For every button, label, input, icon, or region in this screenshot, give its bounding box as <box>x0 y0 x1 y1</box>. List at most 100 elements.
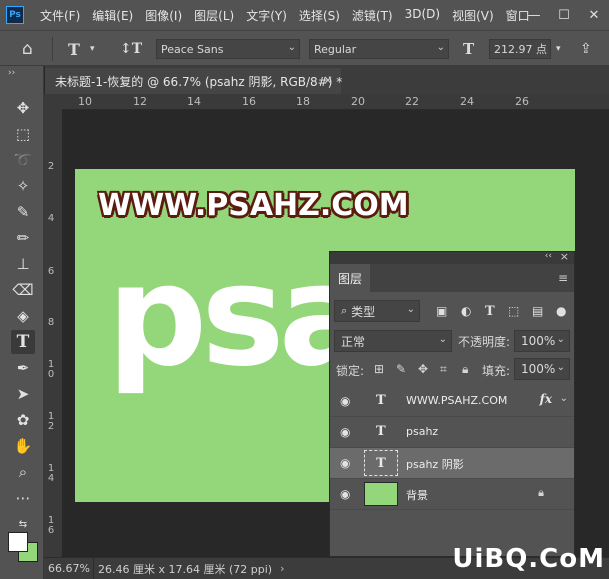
layer-row-selected[interactable]: ◉ T psahz 阴影 <box>330 448 574 479</box>
font-style-value: Regular <box>314 42 357 56</box>
ruler-label: 26 <box>515 95 529 108</box>
chevron-down-icon: ⌄ <box>438 334 447 345</box>
blend-mode-value: 正常 <box>341 334 366 349</box>
visibility-eye-icon[interactable]: ◉ <box>340 456 350 470</box>
chevron-down-icon[interactable]: ▾ <box>556 39 561 59</box>
collapse-panel-icon[interactable]: ‹‹ <box>545 251 552 261</box>
maximize-button[interactable]: ☐ <box>549 8 579 23</box>
vertical-ruler: 2 4 6 8 10 12 14 16 <box>44 110 62 557</box>
share-icon[interactable]: ⇪ <box>580 39 592 59</box>
opacity-label: 不透明度: <box>458 335 511 349</box>
zoom-tool-icon[interactable]: ⌕ <box>11 460 35 484</box>
canvas-headline-text: WWW.PSAHZ.COM <box>98 188 409 223</box>
eyedropper-tool-icon[interactable]: ✎ <box>11 200 35 224</box>
fill-input[interactable]: 100% ⌄ <box>514 358 570 380</box>
chevron-right-icon[interactable]: › <box>280 562 284 575</box>
visibility-eye-icon[interactable]: ◉ <box>340 425 350 439</box>
lasso-tool-icon[interactable]: ➰ <box>11 148 35 172</box>
layers-panel: ‹‹ × 图层 ≡ ⌕ 类型 ⌄ ▣ ◐ T ⬚ ▤ ● 正常 ⌄ 不透明度: … <box>329 250 575 557</box>
fill-value: 100% <box>521 362 556 376</box>
menu-edit[interactable]: 编辑(E) <box>86 7 139 24</box>
search-icon: ⌕ <box>341 304 348 317</box>
menu-select[interactable]: 选择(S) <box>293 7 346 24</box>
adjustment-filter-icon[interactable]: ◐ <box>461 304 471 318</box>
font-family-value: Peace Sans <box>161 42 224 56</box>
smart-object-filter-icon[interactable]: ▤ <box>532 304 543 318</box>
shape-filter-icon[interactable]: ⬚ <box>508 304 519 318</box>
marquee-tool-icon[interactable]: ⬚ <box>11 122 35 146</box>
document-tab[interactable]: 未标题-1-恢复的 @ 66.7% (psahz 阴影, RGB/8#) * × <box>45 68 342 94</box>
panel-tabs: 图层 ≡ <box>330 264 574 292</box>
foreground-color-swatch[interactable] <box>8 532 28 552</box>
menu-filter[interactable]: 滤镜(T) <box>346 7 399 24</box>
chevron-down-icon: ⌄ <box>436 42 445 53</box>
visibility-eye-icon[interactable]: ◉ <box>340 487 350 501</box>
eraser-tool-icon[interactable]: ⌫ <box>11 278 35 302</box>
lock-position-icon[interactable]: ✥ <box>418 362 428 376</box>
brush-tool-icon[interactable]: ✏ <box>11 226 35 250</box>
layer-effects-icon[interactable]: fx <box>540 392 552 406</box>
photoshop-logo-icon: Ps <box>6 6 24 24</box>
stamp-tool-icon[interactable]: ⊥ <box>11 252 35 276</box>
menu-layer[interactable]: 图层(L) <box>188 7 240 24</box>
fill-label: 填充: <box>482 364 511 378</box>
menu-view[interactable]: 视图(V) <box>446 7 500 24</box>
type-tool-preset-icon[interactable]: T <box>68 39 80 59</box>
chevron-down-icon: ⌄ <box>556 334 565 345</box>
ruler-corner <box>44 94 62 110</box>
filter-toggle-icon[interactable]: ● <box>556 304 566 318</box>
font-size-input[interactable]: 212.97 点 <box>489 39 551 59</box>
text-layer-icon: T <box>376 424 386 439</box>
tab-layers[interactable]: 图层 <box>330 264 370 292</box>
zoom-level[interactable]: 66.67% <box>44 558 94 579</box>
menu-3d[interactable]: 3D(D) <box>399 7 446 24</box>
hand-tool-icon[interactable]: ✋ <box>11 434 35 458</box>
blend-mode-select[interactable]: 正常 ⌄ <box>334 330 452 352</box>
menu-file[interactable]: 文件(F) <box>34 7 86 24</box>
opacity-input[interactable]: 100% ⌄ <box>514 330 570 352</box>
paint-bucket-tool-icon[interactable]: ◈ <box>11 304 35 328</box>
ruler-label: 2 <box>47 161 55 172</box>
lock-all-icon[interactable]: 🔒︎ <box>462 362 468 377</box>
toggle-orientation-icon[interactable]: ↕T <box>120 39 142 59</box>
menu-image[interactable]: 图像(I) <box>139 7 188 24</box>
layer-filter-select[interactable]: ⌕ 类型 ⌄ <box>334 300 420 322</box>
close-icon[interactable]: × <box>323 73 333 87</box>
pixel-filter-icon[interactable]: ▣ <box>436 304 447 318</box>
layer-row[interactable]: ◉ 背景 🔒︎ <box>330 479 574 510</box>
ruler-label: 24 <box>460 95 474 108</box>
lock-image-icon[interactable]: ✎ <box>396 362 406 376</box>
lock-transparent-icon[interactable]: ⊞ <box>374 362 384 376</box>
layer-row[interactable]: ◉ T WWW.PSAHZ.COM fx ⌄ <box>330 386 574 417</box>
panel-menu-icon[interactable]: ≡ <box>558 271 568 285</box>
pen-tool-icon[interactable]: ✒ <box>11 356 35 380</box>
chevron-down-icon: ⌄ <box>287 42 296 53</box>
close-panel-icon[interactable]: × <box>560 250 569 263</box>
layer-filter-value: 类型 <box>351 304 376 319</box>
move-tool-icon[interactable]: ✥ <box>11 96 35 120</box>
font-style-select[interactable]: Regular ⌄ <box>309 39 449 59</box>
home-icon[interactable]: ⌂ <box>22 39 33 59</box>
minimize-button[interactable]: — <box>519 8 549 23</box>
watermark-logo: UiBQ.CoM <box>452 544 605 574</box>
expand-toolbar-icon[interactable]: ›› <box>8 68 15 78</box>
chevron-down-icon[interactable]: ▾ <box>90 39 95 59</box>
shape-tool-icon[interactable]: ✿ <box>11 408 35 432</box>
type-tool-icon[interactable]: T <box>11 330 35 354</box>
visibility-eye-icon[interactable]: ◉ <box>340 394 350 408</box>
more-tools-icon[interactable]: ⋯ <box>11 486 35 510</box>
font-size-icon: T <box>463 40 475 58</box>
magic-wand-tool-icon[interactable]: ✧ <box>11 174 35 198</box>
type-filter-icon[interactable]: T <box>485 304 495 319</box>
menu-type[interactable]: 文字(Y) <box>240 7 293 24</box>
layer-row[interactable]: ◉ T psahz <box>330 417 574 448</box>
lock-artboard-icon[interactable]: ⌗ <box>440 362 447 377</box>
panel-header: ‹‹ × <box>330 250 574 264</box>
close-window-button[interactable]: ✕ <box>579 8 609 23</box>
path-selection-tool-icon[interactable]: ➤ <box>11 382 35 406</box>
ruler-label: 10 <box>47 359 55 380</box>
document-tab-bar: 未标题-1-恢复的 @ 66.7% (psahz 阴影, RGB/8#) * × <box>45 66 609 94</box>
chevron-down-icon[interactable]: ⌄ <box>560 393 568 404</box>
font-family-select[interactable]: Peace Sans ⌄ <box>156 39 300 59</box>
ruler-label: 4 <box>47 213 55 224</box>
